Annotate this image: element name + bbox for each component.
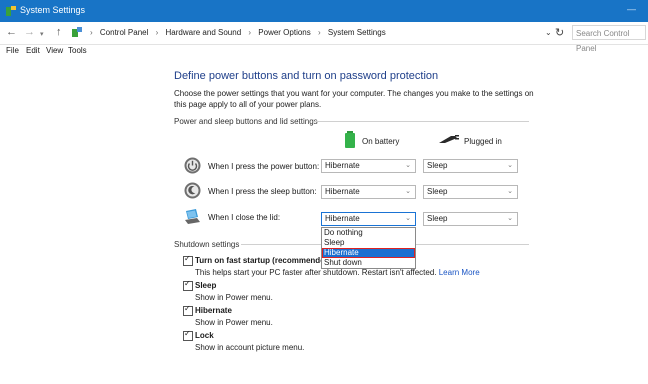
breadcrumb-chevron-icon: › (155, 28, 159, 37)
refresh-icon[interactable]: ↻ (555, 26, 564, 39)
window-title: System Settings (20, 5, 86, 15)
page-intro: Choose the power settings that you want … (174, 89, 534, 109)
fast-startup-checkbox[interactable] (183, 254, 193, 266)
fast-startup-label: Turn on fast startup (recommended) (195, 256, 333, 265)
select-value: Sleep (427, 187, 448, 196)
laptop-lid-icon (185, 209, 200, 224)
menu-file[interactable]: File (6, 46, 19, 55)
menu-edit[interactable]: Edit (26, 46, 40, 55)
title-bar: System Settings — (0, 0, 648, 22)
menu-tools[interactable]: Tools (68, 46, 87, 55)
select-value: Sleep (427, 214, 448, 223)
sleep-label: Sleep (195, 281, 217, 290)
dropdown-option-do-nothing[interactable]: Do nothing (322, 228, 415, 238)
lock-label: Lock (195, 331, 214, 340)
breadcrumb-chevron-icon: › (317, 28, 321, 37)
search-input[interactable]: Search Control Panel (572, 25, 646, 53)
sleep-description: Show in Power menu. (195, 293, 273, 302)
chevron-down-icon: ⌄ (405, 215, 411, 222)
power-button-icon (184, 157, 201, 174)
shutdown-section-title: Shutdown settings (174, 240, 240, 249)
sleep-button-battery-select[interactable]: Hibernate ⌄ (321, 185, 416, 199)
breadcrumb-chevron-icon: › (248, 28, 252, 37)
fast-startup-description: This helps start your PC faster after sh… (195, 268, 480, 277)
battery-icon (345, 131, 355, 148)
sleep-button-plugged-select[interactable]: Sleep ⌄ (423, 185, 518, 199)
close-lid-dropdown-list: Do nothing Sleep Hibernate Shut down (321, 227, 416, 269)
minimize-button[interactable]: — (627, 4, 636, 14)
system-settings-icon (6, 6, 16, 16)
control-panel-icon (72, 27, 82, 37)
sleep-checkbox[interactable] (183, 279, 193, 291)
breadcrumb: › Control Panel › Hardware and Sound › P… (85, 28, 386, 37)
lock-checkbox[interactable] (183, 329, 193, 341)
up-arrow-icon[interactable]: ↑ (56, 26, 62, 38)
close-lid-plugged-select[interactable]: Sleep ⌄ (423, 212, 518, 226)
hibernate-label: Hibernate (195, 306, 232, 315)
select-value: Hibernate (325, 214, 360, 223)
breadcrumb-control-panel[interactable]: Control Panel (100, 28, 148, 37)
dropdown-option-sleep[interactable]: Sleep (322, 238, 415, 248)
breadcrumb-hardware-and-sound[interactable]: Hardware and Sound (166, 28, 242, 37)
lock-description: Show in account picture menu. (195, 343, 305, 352)
dropdown-option-hibernate[interactable]: Hibernate (322, 248, 415, 258)
recent-locations-chevron-icon[interactable]: ▾ (40, 30, 44, 38)
chevron-down-icon: ⌄ (507, 188, 513, 195)
fast-startup-desc-text: This helps start your PC faster after sh… (195, 268, 437, 277)
chevron-down-icon: ⌄ (507, 162, 513, 169)
power-button-label: When I press the power button: (208, 162, 320, 171)
page-title: Define power buttons and turn on passwor… (174, 70, 439, 82)
hibernate-checkbox[interactable] (183, 304, 193, 316)
power-section-title: Power and sleep buttons and lid settings (174, 117, 318, 126)
power-button-plugged-select[interactable]: Sleep ⌄ (423, 159, 518, 173)
menu-view[interactable]: View (46, 46, 63, 55)
plugged-in-header: Plugged in (464, 137, 502, 146)
address-bar: ← → ▾ ↑ › Control Panel › Hardware and S… (0, 22, 648, 53)
learn-more-link[interactable]: Learn More (439, 268, 480, 277)
breadcrumb-power-options[interactable]: Power Options (258, 28, 310, 37)
select-value: Sleep (427, 161, 448, 170)
power-button-battery-select[interactable]: Hibernate ⌄ (321, 159, 416, 173)
breadcrumb-chevron-icon: › (90, 28, 93, 37)
on-battery-header: On battery (362, 137, 400, 146)
sleep-button-icon (184, 182, 201, 199)
address-dropdown-icon[interactable]: ⌄ (545, 28, 552, 37)
close-lid-label: When I close the lid: (208, 213, 281, 222)
forward-arrow-icon[interactable]: → (24, 26, 35, 38)
sleep-button-label: When I press the sleep button: (208, 187, 317, 196)
select-value: Hibernate (325, 161, 360, 170)
hibernate-description: Show in Power menu. (195, 318, 273, 327)
section-divider (313, 121, 529, 122)
dropdown-option-shut-down[interactable]: Shut down (322, 258, 415, 268)
chevron-down-icon: ⌄ (507, 215, 513, 222)
chevron-down-icon: ⌄ (405, 188, 411, 195)
back-arrow-icon[interactable]: ← (6, 26, 17, 38)
close-lid-battery-select[interactable]: Hibernate ⌄ (321, 212, 416, 226)
breadcrumb-system-settings[interactable]: System Settings (328, 28, 386, 37)
menu-bar: File Edit View Tools (0, 44, 648, 58)
select-value: Hibernate (325, 187, 360, 196)
power-plug-icon (439, 135, 459, 143)
chevron-down-icon: ⌄ (405, 162, 411, 169)
